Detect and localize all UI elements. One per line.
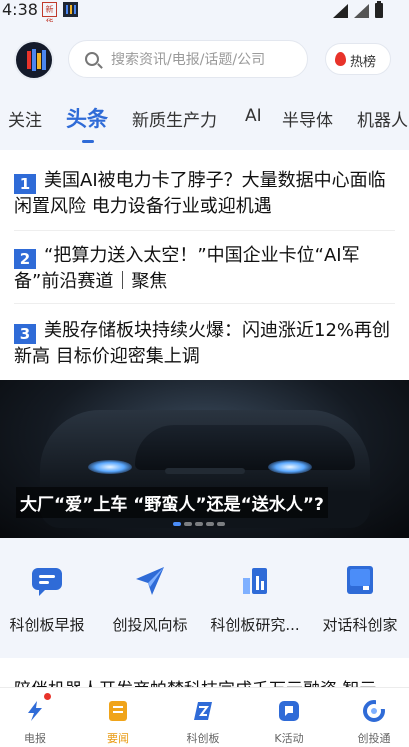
shortcut-label: 创投风向标 <box>112 616 188 634</box>
carousel-indicator <box>173 522 225 526</box>
nav-item-news[interactable]: 要闻 <box>83 688 153 747</box>
tab-new-productivity[interactable]: 新质生产力 <box>132 106 217 131</box>
headline-item[interactable]: 美国AI被电力卡了脖子？大量数据中心面临闲置风险 电力设备行业或迎机遇 1 <box>14 168 398 238</box>
carousel-dot[interactable] <box>217 522 225 526</box>
notification-badge <box>44 693 51 700</box>
headline-rank-badge: 2 <box>14 249 36 269</box>
tab-follow[interactable]: 关注 <box>8 106 42 131</box>
hot-list-button[interactable]: 热榜 <box>325 43 391 75</box>
k-activity-icon <box>279 701 299 721</box>
tab-ai[interactable]: AI <box>245 106 262 126</box>
shortcut-vc-trends[interactable]: 创投风向标 <box>100 560 200 650</box>
divider <box>14 230 395 231</box>
headline-list: 美国AI被电力卡了脖子？大量数据中心面临闲置风险 电力设备行业或迎机遇 1 “把… <box>0 150 409 380</box>
status-bar: 4:38 新华 <box>0 0 409 27</box>
nav-item-telegraph[interactable]: 电报 <box>0 688 70 747</box>
carousel-dot[interactable] <box>173 522 181 526</box>
banner-title: 大厂“爱”上车 “野蛮人”还是“送水人”? <box>16 487 328 518</box>
signal-icon <box>354 3 369 18</box>
search-input[interactable] <box>111 49 301 71</box>
chat-bubble-icon <box>32 568 62 596</box>
shortcut-research[interactable]: 科创板研究... <box>205 560 305 650</box>
nav-item-k-activity[interactable]: K活动 <box>254 688 324 747</box>
divider <box>14 303 395 304</box>
paper-plane-icon <box>136 567 164 595</box>
bar-chart-icon <box>243 568 267 594</box>
shortcut-morning-report[interactable]: 科创板早报 <box>0 560 97 650</box>
carousel-dot[interactable] <box>206 522 214 526</box>
car-windshield <box>135 425 355 470</box>
banner-carousel[interactable]: 大厂“爱”上车 “野蛮人”还是“送水人”? <box>0 380 409 538</box>
shortcut-label: 科创板早报 <box>9 616 85 634</box>
tab-semiconductor[interactable]: 半导体 <box>282 106 333 131</box>
search-icon <box>85 52 99 66</box>
headline-rank-badge: 3 <box>14 324 36 344</box>
nav-item-star-market[interactable]: 科创板 <box>168 688 238 747</box>
lightning-icon <box>28 701 42 721</box>
headline-item[interactable]: 美股存储板块持续火爆：闪迪涨近12%再创新高 目标价迎密集上调 3 <box>14 318 398 388</box>
shortcut-label: 科创板研究... <box>210 616 300 634</box>
header: 热榜 <box>0 22 409 94</box>
bottom-nav: 电报 要闻 科创板 K活动 创投通 <box>0 687 409 747</box>
battery-icon <box>375 1 383 18</box>
headline-rank-badge: 1 <box>14 174 36 194</box>
fire-icon <box>335 52 346 66</box>
car-headlight <box>88 460 132 474</box>
headline-title: 美国AI被电力卡了脖子？大量数据中心面临闲置风险 电力设备行业或迎机遇 <box>14 170 386 217</box>
system-status <box>333 1 383 18</box>
shortcut-grid: 科创板早报 创投风向标 科创板研究... 对话科创家 <box>0 538 409 658</box>
nav-label: 要闻 <box>107 732 129 745</box>
signal-icon <box>333 3 348 18</box>
app-badge-icon: 新华 <box>42 2 57 27</box>
headline-title: “把算力送入太空！”中国企业卡位“AI军备”前沿赛道｜聚焦 <box>14 245 360 292</box>
search-box[interactable] <box>68 40 308 78</box>
nav-label: 科创板 <box>186 732 220 745</box>
carousel-dot[interactable] <box>195 522 203 526</box>
tab-robotics[interactable]: 机器人 <box>357 106 408 131</box>
notebook-icon <box>347 566 373 594</box>
app-logo-icon[interactable] <box>14 40 54 80</box>
car-headlight <box>268 460 312 474</box>
category-tabs: 关注 头条 新质生产力 AI 半导体 机器人 <box>0 94 409 150</box>
nav-item-chuangtou[interactable]: 创投通 <box>339 688 409 747</box>
carousel-dot[interactable] <box>184 522 192 526</box>
car-grille <box>165 468 245 474</box>
shortcut-interview[interactable]: 对话科创家 <box>310 560 409 650</box>
chuangtou-icon <box>363 700 385 722</box>
kechuang-icon <box>194 702 212 720</box>
nav-label: 创投通 <box>357 732 391 745</box>
tab-headlines[interactable]: 头条 <box>66 103 108 133</box>
shortcut-label: 对话科创家 <box>322 616 398 634</box>
nav-label: 电报 <box>24 732 46 745</box>
status-time: 4:38 <box>2 0 38 19</box>
news-icon <box>109 701 127 721</box>
active-tab-indicator <box>82 140 94 143</box>
hot-list-label: 热榜 <box>350 55 377 70</box>
nav-label: K活动 <box>274 732 304 745</box>
headline-title: 美股存储板块持续火爆：闪迪涨近12%再创新高 目标价迎密集上调 <box>14 320 391 367</box>
app-badge-icon <box>63 2 78 17</box>
